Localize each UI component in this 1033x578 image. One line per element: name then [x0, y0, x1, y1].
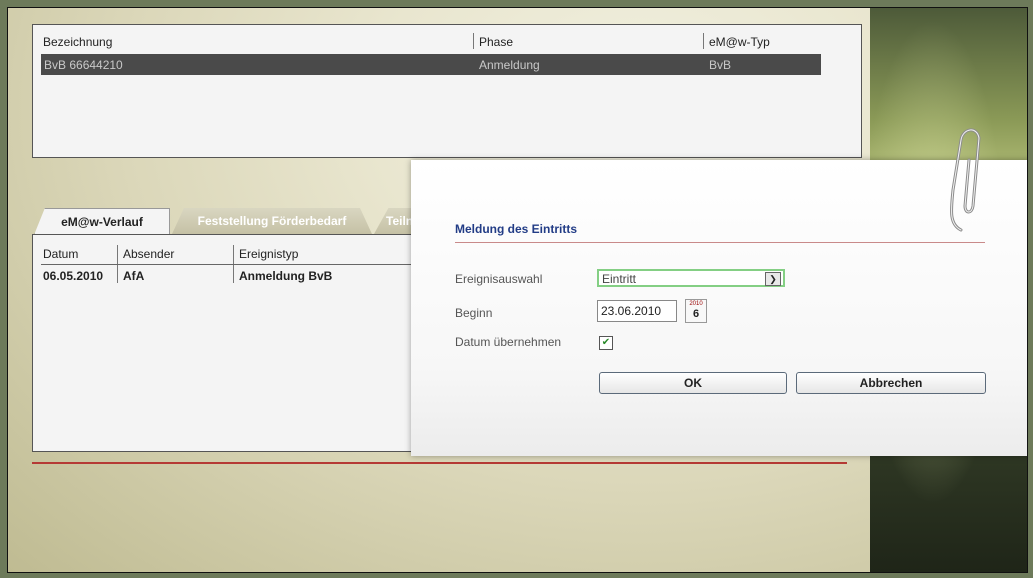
tab-feststellung-foerderbedarf[interactable]: Feststellung Förderbedarf [172, 208, 372, 234]
col-header-phase[interactable]: Phase [479, 35, 513, 49]
paperclip-icon [949, 128, 981, 232]
calendar-year: 2010 [689, 301, 703, 307]
cell-absender[interactable]: AfA [123, 269, 144, 283]
ereignisauswahl-label: Ereignisauswahl [455, 272, 543, 286]
beginn-date-field[interactable] [597, 300, 677, 322]
cell-bezeichnung: BvB 66644210 [44, 58, 123, 72]
cell-typ: BvB [709, 58, 732, 72]
calendar-icon[interactable]: 2010 6 [685, 299, 707, 323]
beginn-label: Beginn [455, 306, 493, 320]
col-header-typ[interactable]: eM@w-Typ [709, 35, 770, 49]
title-rule [455, 242, 985, 243]
cancel-button[interactable]: Abbrechen [796, 372, 986, 394]
cell-datum[interactable]: 06.05.2010 [43, 269, 103, 283]
column-divider [703, 33, 704, 49]
ok-button[interactable]: OK [599, 372, 787, 394]
datum-uebernehmen-label: Datum übernehmen [455, 335, 562, 349]
chevron-down-icon[interactable]: ❯ [765, 272, 781, 286]
datum-uebernehmen-checkbox[interactable]: ✔ [599, 336, 613, 350]
app-window: Bezeichnung Phase eM@w-Typ BvB 66644210 … [7, 7, 1028, 573]
divider-line [32, 462, 847, 464]
cell-ereignistyp[interactable]: Anmeldung BvB [239, 269, 332, 283]
col-header-datum[interactable]: Datum [43, 247, 78, 261]
meldung-dialog: Meldung des Eintritts Ereignisauswahl Ei… [411, 160, 1027, 456]
col-header-absender[interactable]: Absender [123, 247, 174, 261]
ereignisauswahl-select[interactable]: Eintritt ❯ [597, 269, 785, 287]
col-header-bezeichnung[interactable]: Bezeichnung [43, 35, 112, 49]
table-row-selected[interactable]: BvB 66644210 Anmeldung BvB [41, 54, 821, 75]
massnahmen-table: Bezeichnung Phase eM@w-Typ BvB 66644210 … [32, 24, 862, 158]
calendar-day: 6 [692, 308, 700, 320]
column-divider [473, 33, 474, 49]
col-header-ereignistyp[interactable]: Ereignistyp [239, 247, 298, 261]
tab-emaw-verlauf[interactable]: eM@w-Verlauf [34, 208, 170, 235]
dialog-title: Meldung des Eintritts [455, 222, 578, 236]
cell-phase: Anmeldung [479, 58, 540, 72]
select-value: Eintritt [602, 272, 637, 286]
